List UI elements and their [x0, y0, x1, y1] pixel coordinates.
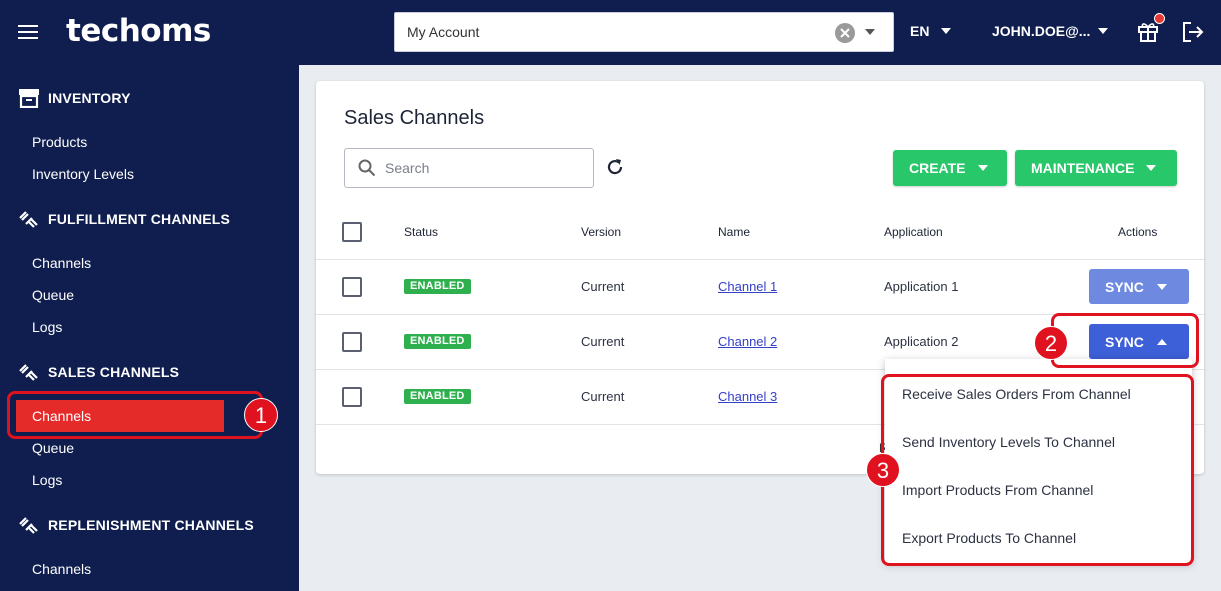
- row-checkbox[interactable]: [342, 332, 362, 352]
- sidebar-section-sales-channels[interactable]: SALES CHANNELS: [18, 362, 179, 382]
- language-selector[interactable]: EN: [910, 23, 929, 39]
- notification-dot: [1154, 13, 1165, 24]
- archive-box-icon: [19, 89, 39, 108]
- channel-name-link[interactable]: Channel 3: [718, 389, 777, 404]
- row-checkbox[interactable]: [342, 387, 362, 407]
- sidebar-item-fulfillment-channels[interactable]: Channels: [32, 255, 91, 271]
- application-cell: Application 2: [884, 334, 959, 349]
- clear-icon[interactable]: [835, 23, 855, 43]
- version-cell: Current: [581, 279, 625, 294]
- version-cell: Current: [581, 334, 625, 349]
- sidebar-item-sales-logs[interactable]: Logs: [32, 472, 62, 488]
- column-header-version[interactable]: Version: [581, 225, 621, 239]
- select-all-checkbox[interactable]: [342, 222, 362, 242]
- channels-icon: [19, 364, 38, 381]
- column-header-actions: Actions: [1118, 225, 1158, 239]
- sidebar-item-fulfillment-logs[interactable]: Logs: [32, 319, 62, 335]
- sidebar-section-fulfillment-channels[interactable]: FULFILLMENT CHANNELS: [18, 209, 230, 229]
- annotation-marker-1: 1: [244, 398, 278, 432]
- gift-icon[interactable]: [1138, 20, 1158, 42]
- chevron-down-icon: [1156, 283, 1167, 290]
- logout-icon[interactable]: [1182, 22, 1204, 42]
- sync-button[interactable]: SYNC: [1089, 269, 1189, 304]
- column-header-application[interactable]: Application: [884, 225, 943, 239]
- application-cell: Application 1: [884, 279, 959, 294]
- sidebar-section-inventory[interactable]: INVENTORY: [18, 88, 131, 108]
- refresh-icon[interactable]: [605, 157, 625, 177]
- sidebar-item-inventory-levels[interactable]: Inventory Levels: [32, 166, 134, 182]
- table-header: Status Version Name Application Actions: [316, 204, 1204, 260]
- status-badge: ENABLED: [404, 389, 471, 404]
- menu-item-send-inventory-levels[interactable]: Send Inventory Levels To Channel: [902, 434, 1115, 450]
- hamburger-menu-icon[interactable]: [18, 25, 38, 39]
- sidebar-item-fulfillment-queue[interactable]: Queue: [32, 287, 74, 303]
- chevron-down-icon: [977, 165, 988, 171]
- search-icon: [358, 159, 376, 177]
- row-checkbox[interactable]: [342, 277, 362, 297]
- sidebar: INVENTORY Products Inventory Levels FULF…: [0, 65, 299, 591]
- sidebar-section-replenishment-channels[interactable]: REPLENISHMENT CHANNELS: [18, 515, 254, 535]
- version-cell: Current: [581, 389, 625, 404]
- sidebar-item-replenishment-channels[interactable]: Channels: [32, 561, 91, 577]
- logo: techoms: [66, 13, 211, 49]
- annotation-marker-3: 3: [866, 453, 900, 487]
- annotation-marker-2: 2: [1034, 326, 1068, 360]
- sync-dropdown-menu: Receive Sales Orders From Channel Send I…: [885, 359, 1192, 563]
- chevron-down-icon: [1146, 165, 1157, 171]
- create-button[interactable]: CREATE: [893, 150, 1007, 186]
- sidebar-item-sales-queue[interactable]: Queue: [32, 440, 74, 456]
- account-select[interactable]: My Account: [394, 12, 894, 52]
- chevron-down-icon[interactable]: [941, 28, 951, 34]
- top-bar: techoms My Account EN JOHN.DOE@...: [0, 0, 1221, 65]
- menu-item-import-products[interactable]: Import Products From Channel: [902, 482, 1093, 498]
- column-header-status[interactable]: Status: [404, 225, 438, 239]
- account-select-value: My Account: [407, 24, 480, 40]
- channels-icon: [19, 517, 38, 534]
- status-badge: ENABLED: [404, 279, 471, 294]
- menu-item-export-products[interactable]: Export Products To Channel: [902, 530, 1076, 546]
- column-header-name[interactable]: Name: [718, 225, 750, 239]
- channel-name-link[interactable]: Channel 1: [718, 279, 777, 294]
- chevron-down-icon[interactable]: [1098, 28, 1108, 34]
- status-badge: ENABLED: [404, 334, 471, 349]
- menu-item-receive-sales-orders[interactable]: Receive Sales Orders From Channel: [902, 386, 1131, 402]
- channels-icon: [19, 211, 38, 228]
- search-input[interactable]: [385, 157, 585, 179]
- sync-button[interactable]: SYNC: [1089, 324, 1189, 359]
- maintenance-button[interactable]: MAINTENANCE: [1015, 150, 1177, 186]
- page-title: Sales Channels: [344, 107, 485, 129]
- search-box[interactable]: [344, 148, 594, 188]
- user-menu[interactable]: JOHN.DOE@...: [992, 23, 1090, 39]
- table-row: ENABLED Current Channel 1 Application 1 …: [316, 260, 1204, 315]
- chevron-down-icon[interactable]: [865, 29, 875, 35]
- sidebar-item-products[interactable]: Products: [32, 134, 87, 150]
- channel-name-link[interactable]: Channel 2: [718, 334, 777, 349]
- sidebar-item-sales-channels[interactable]: Channels: [16, 400, 224, 432]
- chevron-up-icon: [1156, 338, 1167, 345]
